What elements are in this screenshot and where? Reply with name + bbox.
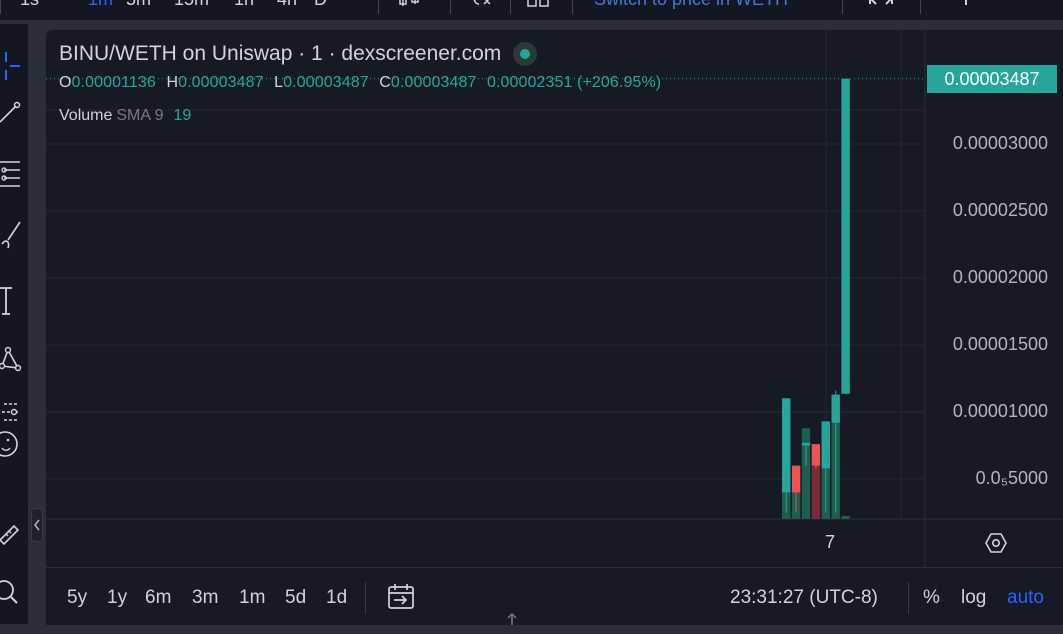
candle-body <box>782 398 791 493</box>
range-3m[interactable]: 3m <box>192 587 218 609</box>
market-status-icon[interactable] <box>513 42 538 66</box>
settings-icon <box>985 533 1007 553</box>
text-icon[interactable] <box>0 280 24 320</box>
change-value: 0.00002351 <box>486 74 573 91</box>
open-value: 0.00001136 <box>71 74 156 91</box>
price-tick-label: 0.00001500 <box>952 334 1048 354</box>
interval-1s[interactable]: 1s <box>20 0 39 10</box>
range-6m[interactable]: 6m <box>145 587 171 609</box>
toolbar-divider <box>378 0 379 14</box>
volume-label: Volume <box>59 107 113 124</box>
volume-legend: Volume SMA 9 19 <box>59 107 191 125</box>
time-tick-label: 7 <box>825 532 836 552</box>
indicators-icon[interactable] <box>470 0 494 15</box>
change-percent: (+206.95%) <box>577 74 662 91</box>
candle-style-icon[interactable] <box>398 0 422 15</box>
candle-body <box>801 442 811 446</box>
sma-label: SMA 9 <box>116 107 164 124</box>
calendar-icon <box>388 584 414 609</box>
candle-body <box>841 78 850 394</box>
interval-4h[interactable]: 4h <box>277 0 297 10</box>
candle-body <box>821 421 830 469</box>
toolbar-divider <box>450 0 451 14</box>
layout-icon[interactable] <box>526 0 550 15</box>
interval-d[interactable]: D <box>314 0 327 10</box>
interval-1m[interactable]: 1m <box>88 0 113 10</box>
range-1m[interactable]: 1m <box>239 587 265 609</box>
ohlc-readout: O0.00001136 H0.00003487 L0.00003487 C0.0… <box>59 74 661 92</box>
go-to-date-button[interactable] <box>386 582 416 612</box>
high-value: 0.00003487 <box>178 74 264 91</box>
window-frame <box>0 625 1063 634</box>
interval-1h[interactable]: 1h <box>234 0 254 10</box>
sma-value: 19 <box>173 107 192 124</box>
resize-handle[interactable] <box>503 612 521 626</box>
high-label: H <box>166 74 179 91</box>
zoom-icon[interactable] <box>0 572 24 612</box>
open-label: O <box>59 74 72 91</box>
brush-icon[interactable] <box>0 216 24 256</box>
volume-bar <box>841 515 850 519</box>
crosshair-icon[interactable] <box>0 44 24 84</box>
price-tick-label: 0.00001000 <box>952 401 1048 421</box>
chart-settings-button[interactable] <box>983 530 1009 556</box>
price-chart[interactable] <box>46 30 1063 567</box>
percent-scale-toggle[interactable]: % <box>923 587 940 609</box>
interval-5m[interactable]: 5m <box>126 0 151 10</box>
toolbar-divider <box>920 0 921 14</box>
volume-bar <box>801 428 811 519</box>
toolbar-divider <box>0 0 1 14</box>
price-tick-label: 0.00002500 <box>952 200 1048 220</box>
low-value: 0.00003487 <box>283 74 369 91</box>
symbol-title: BINU/WETH on Uniswap · 1 · dexscreener.c… <box>59 42 502 65</box>
bottom-divider <box>365 582 366 614</box>
bottom-divider <box>908 582 909 614</box>
collapse-toolbar-button[interactable] <box>31 508 43 542</box>
chevron-left-icon <box>34 519 40 531</box>
interval-15m[interactable]: 15m <box>174 0 209 10</box>
price-tick-label: 0.00003000 <box>952 133 1048 153</box>
range-5y[interactable]: 5y <box>67 587 87 609</box>
trend-line-icon[interactable] <box>0 92 24 132</box>
emoji-icon[interactable] <box>0 424 24 464</box>
candle-body <box>811 444 821 466</box>
fib-retracement-icon[interactable] <box>0 156 24 196</box>
bottom-toolbar: 5y 1y 6m 3m 1m 5d 1d 23:31:27 (UTC-8) % … <box>46 567 1063 626</box>
screenshot-icon[interactable] <box>956 0 976 14</box>
toolbar-divider <box>572 0 573 14</box>
toolbar-divider <box>842 0 843 14</box>
range-5d[interactable]: 5d <box>285 587 306 609</box>
auto-scale-toggle[interactable]: auto <box>1007 587 1044 609</box>
switch-price-weth-link[interactable]: Switch to price in WETH <box>594 0 788 10</box>
candle-body <box>791 465 801 493</box>
range-1d[interactable]: 1d <box>326 587 347 609</box>
ruler-icon[interactable] <box>0 512 24 552</box>
timezone-clock[interactable]: 23:31:27 (UTC-8) <box>730 587 878 609</box>
close-label: C <box>379 74 391 91</box>
price-tick-label: 0.00002000 <box>952 267 1048 287</box>
log-scale-toggle[interactable]: log <box>961 587 986 609</box>
chart-panel[interactable]: BINU/WETH on Uniswap · 1 · dexscreener.c… <box>46 30 1063 567</box>
arrow-up-icon <box>507 612 517 626</box>
toolbar-divider <box>510 0 511 14</box>
low-label: L <box>274 74 284 91</box>
drawing-toolbar <box>0 24 28 624</box>
close-value: 0.00003487 <box>390 74 477 91</box>
patterns-icon[interactable] <box>0 340 24 380</box>
range-1y[interactable]: 1y <box>107 587 127 609</box>
candle-body <box>831 394 840 423</box>
top-toolbar: 1s 1m 5m 15m 1h 4h D Switch to price in … <box>0 0 1063 22</box>
current-price-tag: 0.00003487 <box>927 65 1057 93</box>
fullscreen-icon[interactable] <box>868 0 894 15</box>
price-tick-label: 0.0₅5000 <box>975 468 1048 488</box>
chart-legend: BINU/WETH on Uniswap · 1 · dexscreener.c… <box>59 42 538 66</box>
